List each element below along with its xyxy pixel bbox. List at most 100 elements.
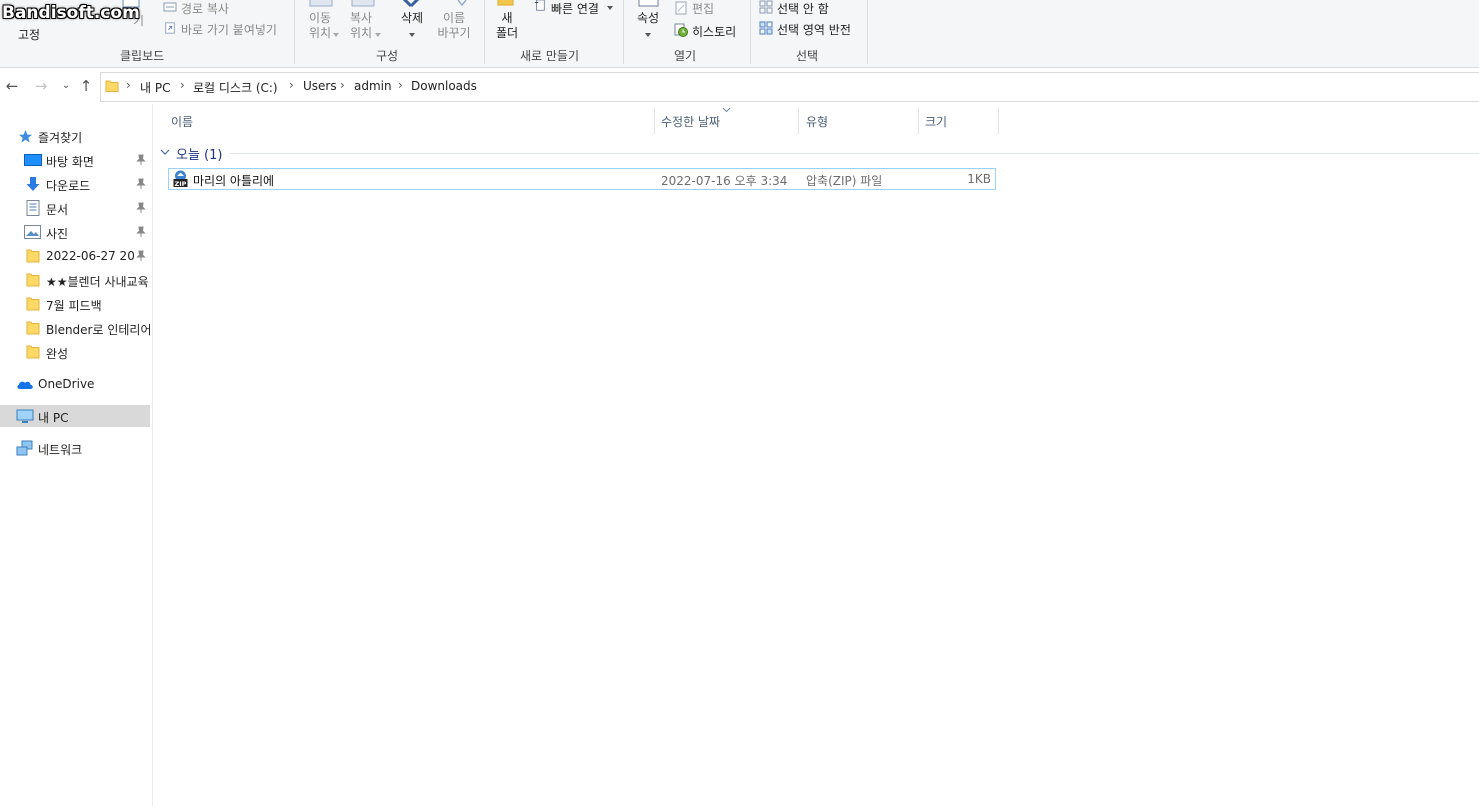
sidebar-item-label: 즐겨찾기: [38, 131, 83, 145]
sidebar-item-label: ★★블렌더 사내교육: [46, 275, 149, 289]
download-icon: [26, 177, 40, 191]
sidebar-item-folder[interactable]: 7월 피드백: [0, 293, 150, 315]
sidebar-item-quick-access[interactable]: 즐겨찾기: [0, 125, 150, 147]
breadcrumb-separator-icon: ›: [126, 78, 131, 92]
edit-button[interactable]: 편집: [692, 0, 714, 17]
sidebar-item-documents[interactable]: 문서: [0, 197, 150, 219]
sidebar-item-label: 사진: [46, 227, 69, 241]
properties-label: 속성: [636, 11, 660, 25]
ribbon-divider: [484, 0, 485, 64]
column-header-type[interactable]: 유형: [806, 113, 828, 130]
clipboard-group-label: 클립보드: [120, 49, 165, 63]
new-folder-button[interactable]: 새 폴더: [490, 11, 524, 41]
group-divider: [230, 153, 1479, 154]
new-group-label: 새로 만들기: [520, 49, 580, 63]
file-date: 2022-07-16 오후 3:34: [661, 174, 788, 188]
chevron-down-icon: [375, 33, 381, 37]
folder-icon: [26, 321, 40, 335]
sidebar-item-folder[interactable]: 완성: [0, 341, 150, 363]
delete-label: 삭제: [400, 11, 424, 25]
sidebar-item-network[interactable]: 네트워크: [0, 437, 150, 459]
breadcrumb-separator-icon: ›: [289, 78, 294, 92]
pin-to-quick-access-button[interactable]: 고정: [18, 26, 40, 43]
open-group-label: 열기: [674, 49, 697, 63]
pin-icon: [136, 178, 146, 189]
delete-button[interactable]: 삭제: [392, 11, 432, 26]
pin-icon: [136, 202, 146, 213]
edit-icon: [675, 1, 687, 15]
column-header-date[interactable]: 수정한 날짜: [661, 113, 720, 130]
paste-shortcut-button[interactable]: 바로 가기 붙여넣기: [181, 21, 277, 38]
pin-icon: [136, 250, 146, 261]
select-none-button[interactable]: 선택 안 함: [777, 0, 829, 17]
file-name: 마리의 아틀리에: [193, 174, 275, 188]
forward-button[interactable]: →: [31, 76, 51, 96]
copy-path-icon: [163, 2, 177, 12]
sidebar-item-desktop[interactable]: 바탕 화면: [0, 149, 150, 171]
navigation-bar: ← → ⌄ ↑ › 내 PC › 로컬 디스크 (C:) › Users › a…: [0, 70, 1479, 103]
folder-icon: [26, 273, 40, 287]
easy-access-button[interactable]: 빠른 연결: [551, 0, 599, 17]
zip-file-icon: ZIP: [173, 170, 188, 188]
breadcrumb-local-disk[interactable]: 로컬 디스크 (C:): [193, 79, 278, 96]
desktop-icon: [24, 154, 42, 166]
delete-icon: [402, 0, 420, 8]
move-to-icon: [309, 0, 333, 7]
chevron-down-icon: [607, 6, 613, 10]
column-divider[interactable]: [798, 108, 799, 134]
folder-icon: [26, 249, 40, 263]
ribbon-divider: [294, 0, 295, 64]
breadcrumb-separator-icon: ›: [340, 78, 345, 92]
ribbon-divider: [623, 0, 624, 64]
sidebar-item-folder[interactable]: Blender로 인테리어: [0, 317, 150, 339]
column-header-name[interactable]: 이름: [171, 113, 193, 130]
table-row[interactable]: ZIP 마리의 아틀리에 2022-07-16 오후 3:34 압축(ZIP) …: [168, 168, 996, 190]
sidebar-item-label: OneDrive: [38, 377, 95, 391]
chevron-down-icon: [409, 33, 415, 37]
file-size: 1KB: [967, 172, 991, 186]
breadcrumb-separator-icon: ›: [180, 78, 185, 92]
invert-selection-button[interactable]: 선택 영역 반전: [777, 21, 851, 38]
folder-icon: [26, 297, 40, 311]
ribbon-divider: [750, 0, 751, 64]
pin-icon: [136, 226, 146, 237]
rename-button[interactable]: 이름 바꾸기: [432, 11, 476, 41]
history-button[interactable]: 히스토리: [692, 23, 736, 40]
sidebar-item-folder[interactable]: 2022-06-27 20.: [0, 245, 150, 267]
breadcrumb-this-pc[interactable]: 내 PC: [140, 79, 170, 96]
up-button[interactable]: ↑: [76, 76, 96, 96]
sidebar-item-folder[interactable]: ★★블렌더 사내교육: [0, 269, 150, 291]
ribbon-divider: [867, 0, 868, 64]
column-divider[interactable]: [918, 108, 919, 134]
breadcrumb-users[interactable]: Users: [303, 79, 337, 93]
folder-icon: [105, 80, 119, 92]
star-icon: [19, 130, 32, 143]
column-header-size[interactable]: 크기: [925, 113, 947, 130]
rename-icon: [457, 0, 467, 7]
sidebar-item-label: 완성: [46, 347, 69, 361]
copy-to-icon: [351, 0, 375, 7]
arrow-left-icon: ←: [5, 77, 19, 95]
copy-path-button[interactable]: 경로 복사: [181, 0, 229, 17]
sidebar-item-label: 내 PC: [38, 411, 69, 425]
arrow-right-icon: →: [34, 77, 48, 95]
rename-label-2: 바꾸기: [437, 26, 471, 40]
organize-group-label: 구성: [376, 49, 399, 63]
recent-locations-button[interactable]: ⌄: [56, 76, 76, 96]
sidebar-item-label: 문서: [46, 203, 69, 217]
new-folder-label-2: 폴더: [495, 26, 519, 40]
sidebar-item-pictures[interactable]: 사진: [0, 221, 150, 243]
breadcrumb-admin[interactable]: admin: [354, 79, 392, 93]
sidebar-item-downloads[interactable]: 다운로드: [0, 173, 150, 195]
column-divider[interactable]: [998, 108, 999, 134]
computer-icon: [16, 409, 34, 423]
properties-button[interactable]: 속성: [630, 11, 666, 26]
address-bar[interactable]: › 내 PC › 로컬 디스크 (C:) › Users › admin › D…: [100, 72, 1479, 102]
column-divider[interactable]: [654, 108, 655, 134]
sidebar-item-this-pc[interactable]: 내 PC: [0, 405, 150, 427]
pin-label: 고정: [18, 28, 41, 42]
folder-icon: [26, 345, 40, 359]
sidebar-item-onedrive[interactable]: OneDrive: [0, 373, 150, 395]
breadcrumb-downloads[interactable]: Downloads: [411, 79, 477, 93]
back-button[interactable]: ←: [2, 76, 22, 96]
